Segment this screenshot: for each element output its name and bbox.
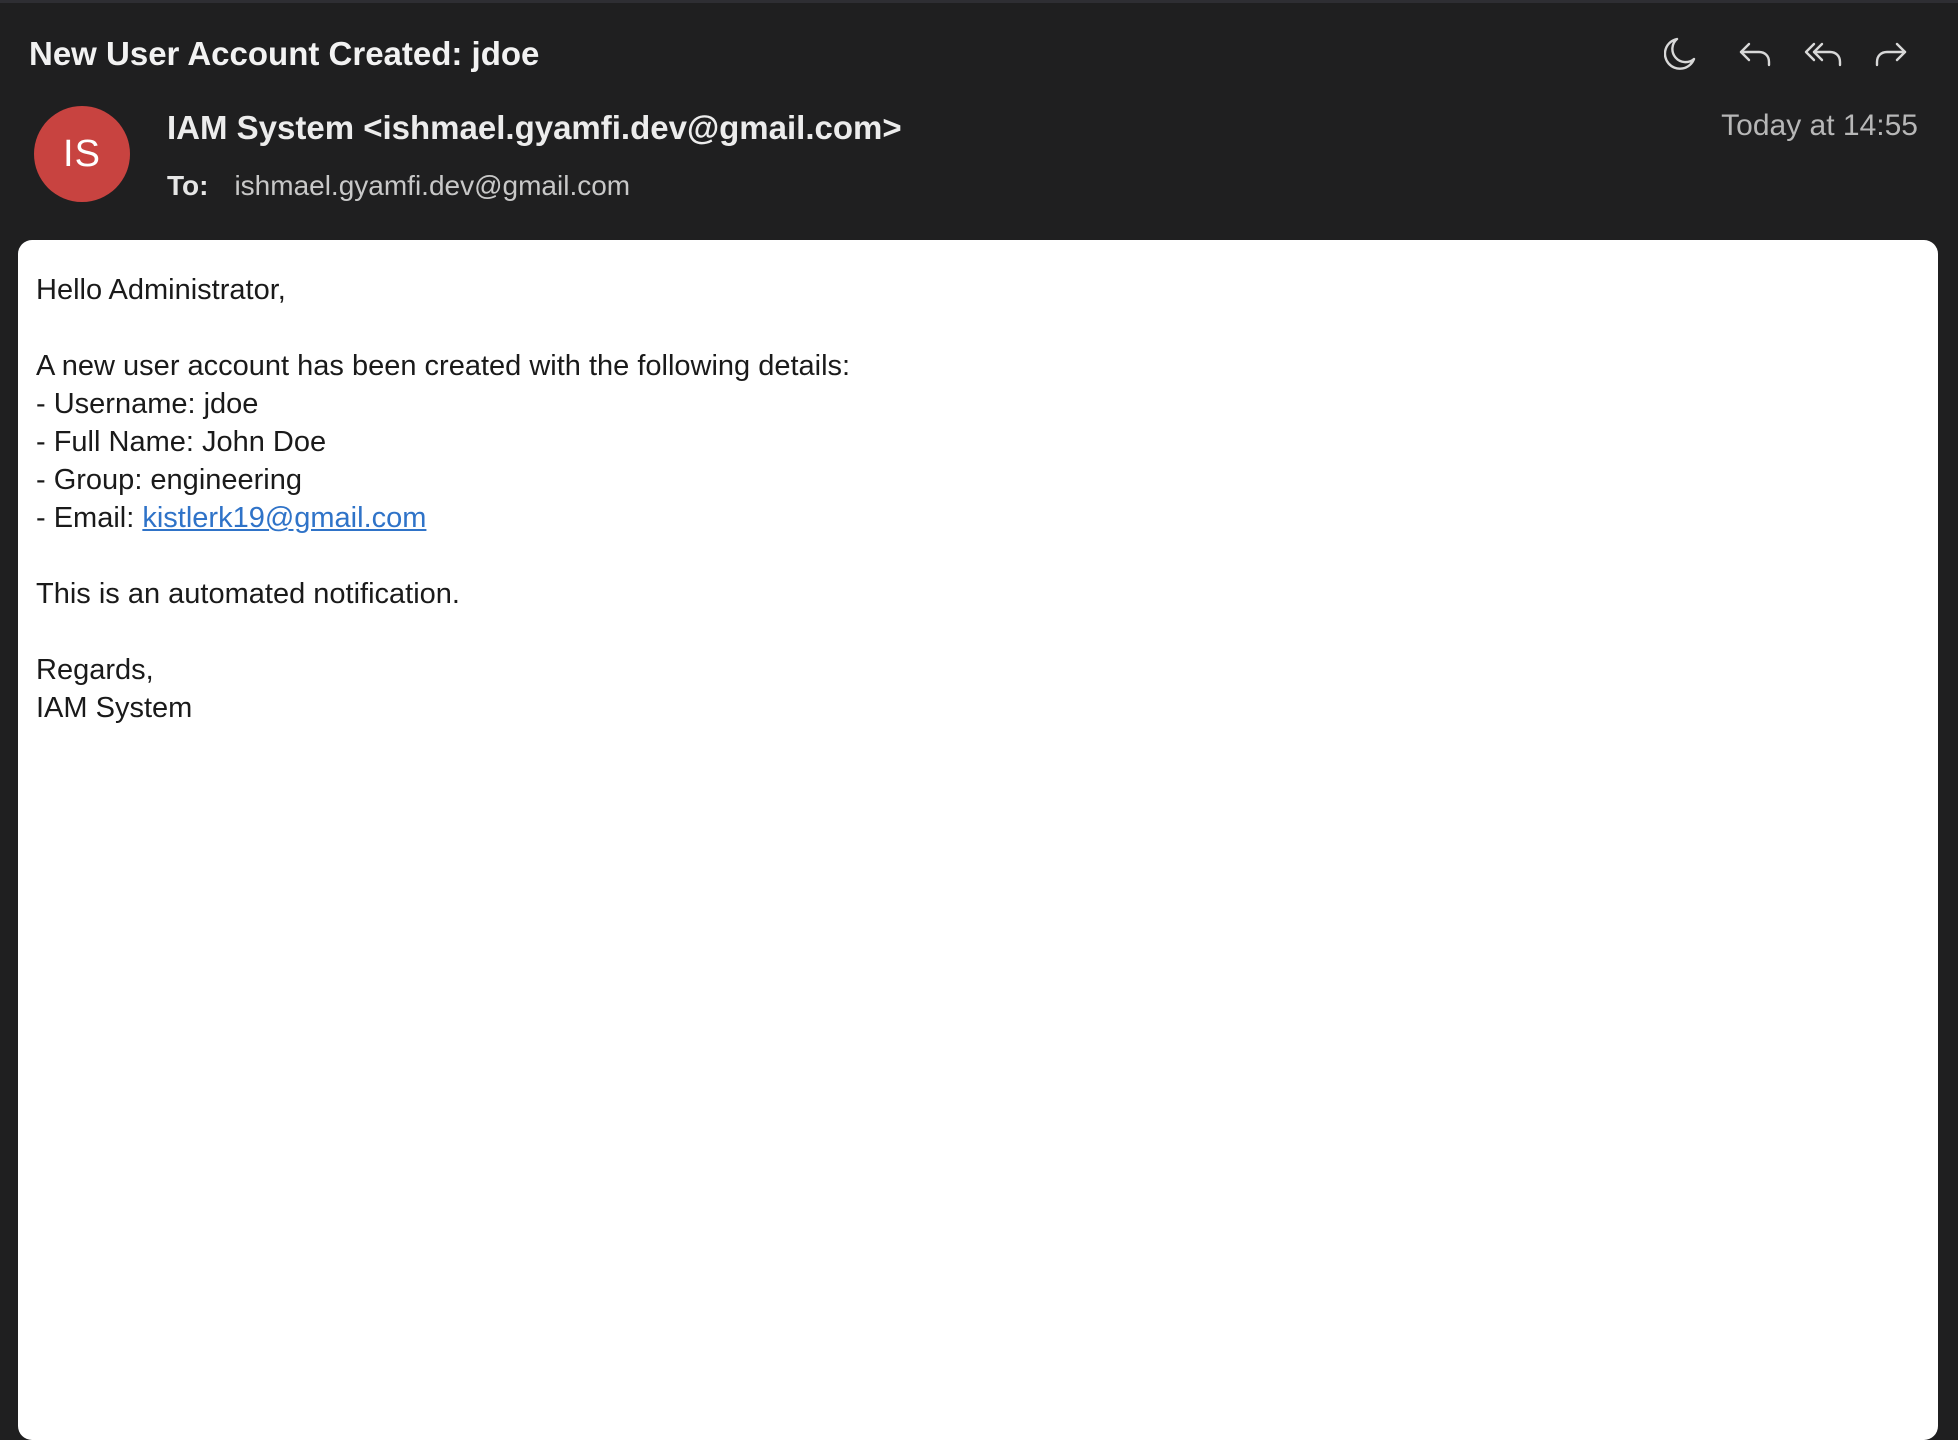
email-detail-label: - Email: [36,502,143,534]
timestamp: Today at 14:55 [1721,109,1918,142]
reply-icon [1737,38,1773,70]
recipient-address[interactable]: ishmael.gyamfi.dev@gmail.com [234,170,630,201]
email-subject: New User Account Created: jdoe [29,35,540,72]
message-body: Hello Administrator, A new user account … [18,240,1938,1440]
email-detail: - Email: kistlerk19@gmail.com [36,499,1920,537]
email-link[interactable]: kistlerk19@gmail.com [142,502,426,534]
message-toolbar [1658,30,1958,78]
moon-icon [1664,35,1698,73]
reply-all-button[interactable] [1800,32,1846,76]
to-label: To: [167,170,209,201]
sender-name[interactable]: IAM System <ishmael.gyamfi.dev@gmail.com… [167,106,902,150]
forward-button[interactable] [1868,32,1914,76]
snooze-button[interactable] [1658,32,1704,76]
avatar: IS [34,106,130,202]
closing-text: Regards, [36,654,154,686]
reply-all-icon [1803,38,1843,70]
reply-button[interactable] [1732,32,1778,76]
signature-text: IAM System [36,692,193,724]
greeting-text: Hello Administrator, [36,274,286,306]
username-detail: - Username: jdoe [36,388,259,420]
window-top-edge [0,0,1958,3]
forward-icon [1873,38,1909,70]
intro-text: A new user account has been created with… [36,350,851,382]
recipient-row: To: ishmael.gyamfi.dev@gmail.com [167,168,630,204]
notice-text: This is an automated notification. [36,578,460,610]
group-detail: - Group: engineering [36,464,302,496]
full-name-detail: - Full Name: John Doe [36,426,327,458]
